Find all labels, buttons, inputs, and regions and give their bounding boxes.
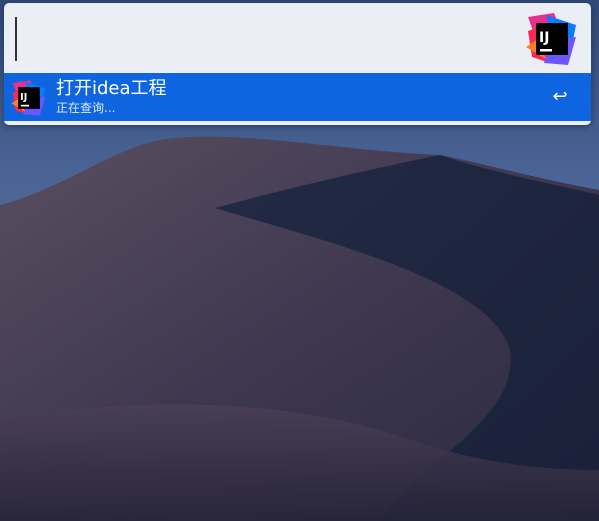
- return-key-icon[interactable]: ↩: [550, 87, 570, 107]
- svg-text:IJ: IJ: [539, 30, 549, 46]
- intellij-idea-icon: IJ: [526, 13, 576, 65]
- search-input[interactable]: [14, 13, 518, 65]
- search-bar: IJ: [4, 3, 591, 73]
- intellij-idea-icon: IJ: [11, 80, 46, 116]
- result-title: 打开idea工程: [56, 78, 167, 99]
- launcher-panel: IJ IJ 打开idea工程 正在查询... ↩: [4, 3, 591, 125]
- result-item-selected[interactable]: IJ 打开idea工程 正在查询... ↩: [4, 73, 591, 121]
- svg-text:IJ: IJ: [20, 92, 27, 103]
- result-subtitle: 正在查询...: [56, 101, 116, 115]
- text-cursor: [15, 17, 17, 61]
